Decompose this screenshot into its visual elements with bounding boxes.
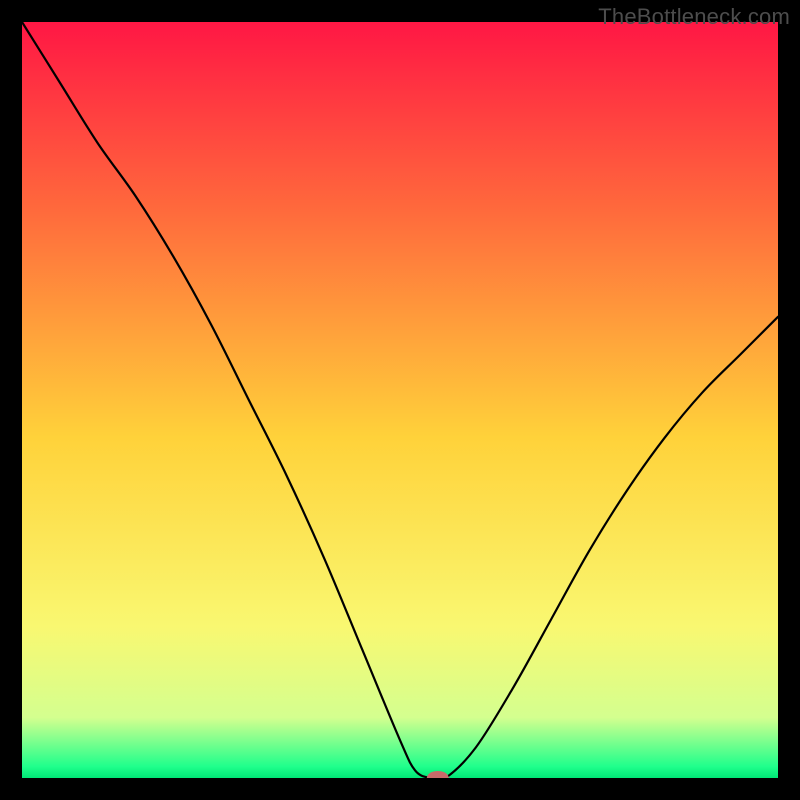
chart-background bbox=[22, 22, 778, 778]
chart-svg bbox=[22, 22, 778, 778]
chart-plot-area bbox=[22, 22, 778, 778]
chart-frame: TheBottleneck.com bbox=[0, 0, 800, 800]
watermark-text: TheBottleneck.com bbox=[598, 4, 790, 30]
